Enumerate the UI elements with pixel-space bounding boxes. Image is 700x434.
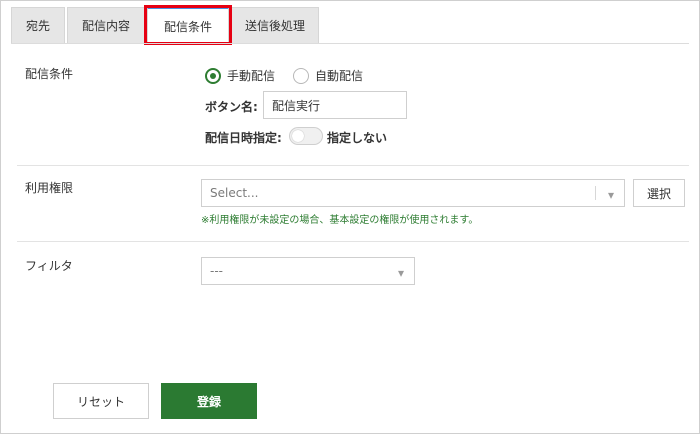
tab-content[interactable]: 配信内容 [67,7,145,43]
tab-label: 送信後処理 [244,19,305,33]
settings-panel: 宛先 配信内容 配信条件 送信後処理 配信条件 手動配信 自動配信 ボタン名: … [0,0,700,434]
register-button[interactable]: 登録 [161,383,257,419]
tab-bar: 宛先 配信内容 配信条件 送信後処理 [11,5,319,45]
reset-button[interactable]: リセット [53,383,149,419]
button-label: リセット [76,394,125,409]
filter-select[interactable]: --- ▾ [201,257,415,285]
tab-delivery-conditions[interactable]: 配信条件 [144,5,232,45]
tab-post-send[interactable]: 送信後処理 [231,7,319,43]
divider [17,165,689,166]
select-value: --- [210,264,223,278]
schedule-label: 配信日時指定: [205,131,282,145]
button-name-label: ボタン名: [205,100,258,114]
filter-section-label: フィルタ [25,259,73,273]
button-label: 選択 [646,186,671,201]
radio-label: 自動配信 [315,69,364,83]
tab-divider [11,43,689,44]
tab-label: 宛先 [25,19,50,33]
divider [17,241,689,242]
radio-auto-delivery[interactable]: 自動配信 [293,67,363,84]
schedule-toggle[interactable] [289,127,323,145]
tab-label: 配信条件 [163,19,212,34]
permission-select-button[interactable]: 選択 [633,179,685,207]
radio-selected-icon [205,67,221,84]
select-separator [595,186,596,200]
button-label: 登録 [196,394,221,409]
schedule-toggle-text: 指定しない [327,131,388,145]
tab-recipient[interactable]: 宛先 [11,7,65,43]
button-name-input[interactable]: 配信実行 [263,91,407,119]
permission-select[interactable]: Select... ▾ [201,179,625,207]
radio-empty-icon [293,67,310,84]
toggle-knob [292,130,304,142]
permission-hint: ※利用権限が未設定の場合、基本設定の権限が使用されます。 [201,215,479,226]
button-name-value: 配信実行 [272,98,321,113]
chevron-down-icon: ▾ [607,188,614,202]
radio-manual-delivery[interactable]: 手動配信 [205,67,275,84]
chevron-down-icon: ▾ [397,266,404,280]
select-placeholder: Select... [210,186,259,200]
radio-label: 手動配信 [227,69,276,83]
tab-label: 配信内容 [81,19,130,33]
permission-section-label: 利用権限 [25,181,74,195]
delivery-mode-group: 手動配信 自動配信 [205,67,363,84]
delivery-section-label: 配信条件 [25,67,74,81]
